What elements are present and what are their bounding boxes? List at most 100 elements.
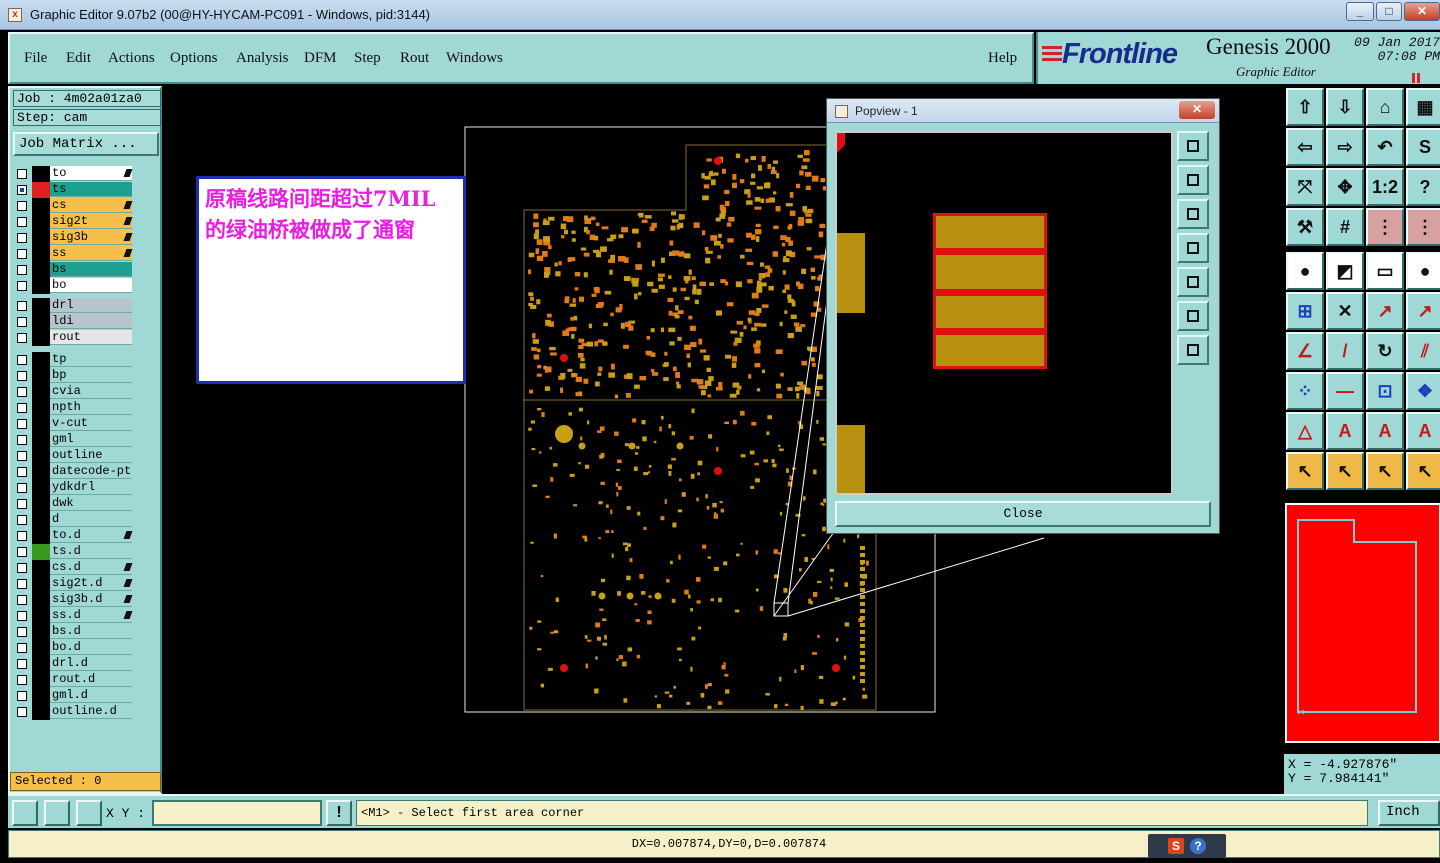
grid-icon[interactable]: #: [1326, 208, 1364, 246]
layer-checkbox[interactable]: [17, 595, 27, 605]
layer-color-swatch[interactable]: [32, 182, 50, 198]
crosshair-icon[interactable]: [76, 800, 102, 826]
cross-icon[interactable]: ✕: [1326, 292, 1364, 330]
undo-zoom-icon[interactable]: ↶: [1366, 128, 1404, 166]
snap-grid-icon[interactable]: [12, 800, 38, 826]
layer-checkbox[interactable]: [17, 515, 27, 525]
line-add-icon[interactable]: ↗: [1366, 292, 1404, 330]
menu-rout[interactable]: Rout: [400, 50, 429, 67]
snap-icon[interactable]: ⋮: [1366, 208, 1404, 246]
line-edit-icon[interactable]: ↗: [1406, 292, 1440, 330]
zoom-1-2-icon[interactable]: 1:2: [1366, 168, 1404, 206]
layer-checkbox[interactable]: [17, 659, 27, 669]
popview-zoom-in-icon[interactable]: [1177, 301, 1209, 331]
layer-color-swatch[interactable]: [32, 512, 50, 528]
layer-checkbox[interactable]: [17, 675, 27, 685]
pause-icon[interactable]: [1412, 70, 1422, 83]
popview-pan-up-icon[interactable]: [1177, 165, 1209, 195]
popview-pan-right-icon[interactable]: [1177, 267, 1209, 297]
layer-checkbox[interactable]: [17, 249, 27, 259]
layer-row-outline[interactable]: outline: [14, 448, 134, 464]
layer-checkbox[interactable]: [17, 333, 27, 343]
help-tray-icon[interactable]: ?: [1190, 838, 1206, 854]
layer-checkbox[interactable]: [17, 403, 27, 413]
layer-checkbox[interactable]: [17, 531, 27, 541]
layer-color-swatch[interactable]: [32, 416, 50, 432]
pointer-select-icon[interactable]: ↖: [1326, 452, 1364, 490]
layer-color-swatch[interactable]: [32, 400, 50, 416]
overview-map[interactable]: [1284, 502, 1440, 754]
layer-checkbox[interactable]: [17, 265, 27, 275]
layer-checkbox[interactable]: [17, 643, 27, 653]
select-line-icon[interactable]: ◩: [1326, 252, 1364, 290]
layer-color-swatch[interactable]: [32, 544, 50, 560]
layer-row-drl.d[interactable]: drl.d: [14, 656, 134, 672]
layer-checkbox[interactable]: [17, 317, 27, 327]
layer-row-sig3b[interactable]: sig3b: [14, 230, 134, 246]
layer-checkbox[interactable]: [17, 435, 27, 445]
triangle-1-icon[interactable]: △: [1286, 412, 1324, 450]
angle-icon[interactable]: ∠: [1286, 332, 1324, 370]
layer-color-swatch[interactable]: [32, 314, 50, 330]
layer-color-swatch[interactable]: [32, 432, 50, 448]
layer-row-datecode-pte[interactable]: datecode-pte: [14, 464, 134, 480]
layer-row-drl[interactable]: drl: [14, 298, 134, 314]
layer-row-to.d[interactable]: to.d: [14, 528, 134, 544]
pointer-net-icon[interactable]: ↖: [1406, 452, 1440, 490]
home-icon[interactable]: ⌂: [1366, 88, 1404, 126]
copy-icon[interactable]: ⫽: [1406, 332, 1440, 370]
layer-row-bp[interactable]: bp: [14, 368, 134, 384]
layer-color-swatch[interactable]: [32, 480, 50, 496]
close-window-button[interactable]: ✕: [1404, 2, 1440, 21]
pointer-icon[interactable]: ↖: [1286, 452, 1324, 490]
ruler-icon[interactable]: ▭: [1366, 252, 1404, 290]
popview-canvas[interactable]: [835, 131, 1173, 495]
triangle-4-icon[interactable]: A: [1406, 412, 1440, 450]
pan-up-icon[interactable]: ⇧: [1286, 88, 1324, 126]
layer-checkbox[interactable]: [17, 233, 27, 243]
layer-color-swatch[interactable]: [32, 230, 50, 246]
layer-color-swatch[interactable]: [32, 640, 50, 656]
layer-row-tp[interactable]: tp: [14, 352, 134, 368]
layer-color-swatch[interactable]: [32, 656, 50, 672]
circle-icon[interactable]: ●: [1406, 252, 1440, 290]
layer-checkbox[interactable]: [17, 371, 27, 381]
layer-color-swatch[interactable]: [32, 592, 50, 608]
layer-color-swatch[interactable]: [32, 464, 50, 480]
layer-checkbox[interactable]: [17, 627, 27, 637]
layer-color-swatch[interactable]: [32, 246, 50, 262]
layer-color-swatch[interactable]: [32, 688, 50, 704]
layer-checkbox[interactable]: [17, 169, 27, 179]
layer-checkbox[interactable]: [17, 563, 27, 573]
layer-row-cs.d[interactable]: cs.d: [14, 560, 134, 576]
layer-checkbox[interactable]: [17, 691, 27, 701]
zoom-home-icon[interactable]: ⤧: [1286, 168, 1324, 206]
popview-pan-left-icon[interactable]: [1177, 233, 1209, 263]
layer-row-sig2t.d[interactable]: sig2t.d: [14, 576, 134, 592]
layout-icon[interactable]: ▦: [1406, 88, 1440, 126]
layer-checkbox[interactable]: [17, 419, 27, 429]
zoom-fit-icon[interactable]: ✥: [1326, 168, 1364, 206]
xy-input[interactable]: [152, 800, 322, 826]
layer-checkbox[interactable]: [17, 467, 27, 477]
layer-color-swatch[interactable]: [32, 528, 50, 544]
layer-row-sig2t[interactable]: sig2t: [14, 214, 134, 230]
layer-color-swatch[interactable]: [32, 560, 50, 576]
layer-row-bo.d[interactable]: bo.d: [14, 640, 134, 656]
layer-row-to[interactable]: to: [14, 166, 134, 182]
layer-checkbox[interactable]: [17, 451, 27, 461]
popview-pan-down-icon[interactable]: [1177, 199, 1209, 229]
layer-checkbox[interactable]: [17, 217, 27, 227]
layer-color-swatch[interactable]: [32, 262, 50, 278]
redraw-icon[interactable]: S: [1406, 128, 1440, 166]
layer-color-swatch[interactable]: [32, 448, 50, 464]
dash-icon[interactable]: —: [1326, 372, 1364, 410]
menu-step[interactable]: Step: [354, 50, 381, 67]
layer-row-d[interactable]: d: [14, 512, 134, 528]
layer-row-outline.d[interactable]: outline.d: [14, 704, 134, 720]
alert-icon[interactable]: !: [326, 800, 352, 826]
layer-checkbox[interactable]: [17, 499, 27, 509]
pan-right-icon[interactable]: ⇨: [1326, 128, 1364, 166]
arc-icon[interactable]: ↻: [1366, 332, 1404, 370]
triangle-3-icon[interactable]: A: [1366, 412, 1404, 450]
